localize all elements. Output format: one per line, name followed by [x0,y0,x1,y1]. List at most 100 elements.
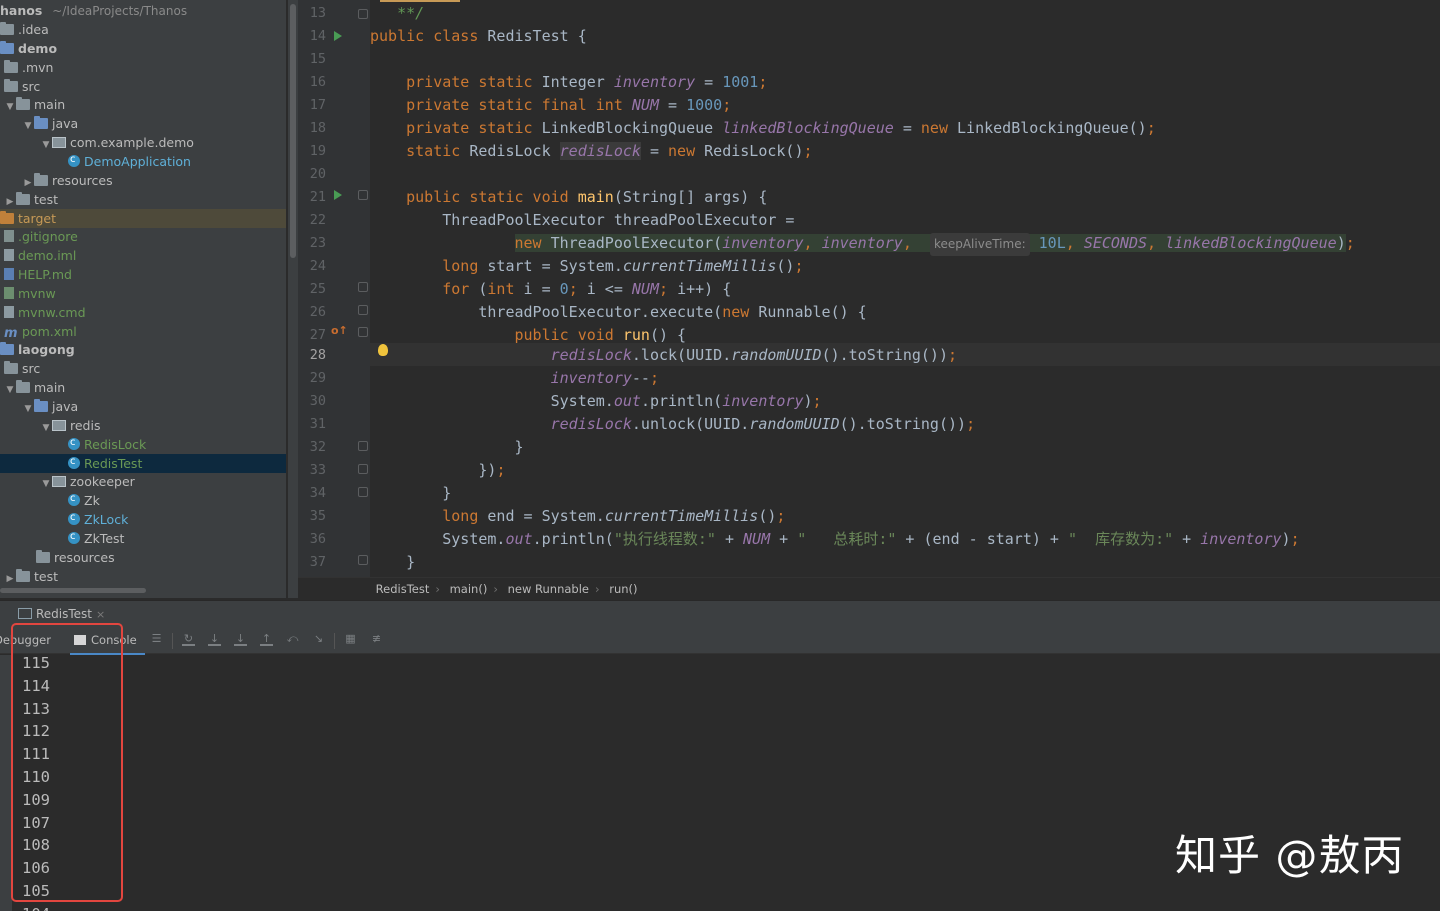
tree-item[interactable]: demo.iml [0,246,286,265]
tree-item[interactable]: ▼ java [0,397,286,416]
tree-item[interactable]: ▼ com.example.demo [0,133,286,152]
breadcrumb-item[interactable]: run() [609,578,637,601]
tree-item[interactable]: mvnw [0,284,286,303]
code-line-37[interactable]: } [370,551,415,574]
tree-item[interactable]: RedisLock [0,433,286,454]
tree-item[interactable]: ▶ resources [0,171,286,190]
evaluate-expression-icon[interactable]: ▦ [344,633,357,646]
tree-item[interactable]: m pom.xml [0,322,286,341]
line-number[interactable]: 32 [298,436,326,459]
tree-item[interactable]: HELP.md [0,265,286,284]
tree-item[interactable]: RedisTest [0,452,286,473]
fold-icon[interactable] [358,555,368,565]
fold-icon[interactable] [358,464,368,474]
code-line-19[interactable]: static RedisLock redisLock = new RedisLo… [370,140,813,163]
project-horizontal-scrollbar[interactable] [0,588,146,593]
layout-icon[interactable]: ☰ [150,633,163,646]
code-line-32[interactable]: } [370,436,523,459]
line-number[interactable]: 14 [298,25,326,48]
fold-icon[interactable] [358,441,368,451]
code-line-34[interactable]: } [370,482,451,505]
code-line-22[interactable]: ThreadPoolExecutor threadPoolExecutor = [370,209,794,232]
line-number[interactable]: 36 [298,528,326,551]
code-line-21[interactable]: public static void main(String[] args) { [370,186,767,209]
drop-frame-icon[interactable]: ⤺ [286,633,299,646]
line-number[interactable]: 21 [298,186,326,209]
code-line-25[interactable]: for (int i = 0; i <= NUM; i++) { [370,278,731,301]
tree-item[interactable]: .gitignore [0,227,286,246]
code-line-24[interactable]: long start = System.currentTimeMillis(); [370,255,803,278]
line-number[interactable]: 18 [298,117,326,140]
code-line-26[interactable]: threadPoolExecutor.execute(new Runnable(… [370,301,866,324]
tree-item[interactable]: demo [0,39,286,58]
tree-item[interactable]: resources [0,548,286,567]
code-line-31[interactable]: redisLock.unlock(UUID.randomUUID().toStr… [370,413,975,436]
collapse-arrow-icon[interactable]: ▶ [4,570,16,589]
line-number[interactable]: 30 [298,390,326,413]
fold-icon[interactable] [358,282,368,292]
line-number[interactable]: 34 [298,482,326,505]
line-number[interactable]: 15 [298,48,326,71]
tree-item[interactable]: mvnw.cmd [0,303,286,322]
tree-item[interactable]: ▼ main [0,95,286,114]
code-line-18[interactable]: private static LinkedBlockingQueue linke… [370,117,1156,140]
tree-item[interactable]: src [0,359,286,378]
tree-item[interactable]: ZkTest [0,527,286,548]
tree-item[interactable]: ▶ test [0,567,286,586]
code-line-28[interactable]: redisLock.lock(UUID.randomUUID().toStrin… [370,344,957,367]
line-number[interactable]: 17 [298,94,326,117]
code-line-33[interactable]: }); [370,459,505,482]
breadcrumb-item[interactable]: RedisTest [376,578,430,601]
fold-icon[interactable] [358,190,368,200]
step-over-icon[interactable]: ↓ [208,633,221,646]
project-scrollbar-thumb[interactable] [290,4,296,258]
close-icon[interactable]: × [96,608,105,621]
tree-item[interactable]: Zk [0,489,286,510]
fold-icon[interactable] [358,305,368,315]
tree-item[interactable]: ▼ redis [0,416,286,435]
trace-icon[interactable]: ≢ [370,633,383,646]
line-number[interactable]: 24 [298,255,326,278]
tree-item[interactable]: ZkLock [0,508,286,529]
line-number[interactable]: 26 [298,301,326,324]
tree-item[interactable]: ▼ java [0,114,286,133]
run-to-cursor-icon[interactable]: ↘ [312,633,325,646]
run-main-icon[interactable] [334,190,342,200]
line-number[interactable]: 23 [298,232,326,255]
line-number[interactable]: 13 [298,2,326,25]
code-line-17[interactable]: private static final int NUM = 1000; [370,94,731,117]
line-number[interactable]: 35 [298,505,326,528]
line-number[interactable]: 20 [298,163,326,186]
line-number[interactable]: 16 [298,71,326,94]
tree-item[interactable]: .idea [0,20,286,39]
code-line-20[interactable] [370,163,379,186]
breadcrumb-item[interactable]: main() [450,578,488,601]
tree-item[interactable]: ▶ test [0,190,286,209]
line-number[interactable]: 33 [298,459,326,482]
line-number[interactable]: 37 [298,551,326,574]
show-execution-point-icon[interactable]: ↻ [182,633,195,646]
breadcrumb-item[interactable]: new Runnable [508,578,589,601]
tree-item[interactable]: laogong [0,340,286,359]
code-line-16[interactable]: private static Integer inventory = 1001; [370,71,767,94]
run-tab[interactable]: RedisTest × [18,605,105,624]
tree-item[interactable]: .mvn [0,58,286,77]
line-number[interactable]: 29 [298,367,326,390]
line-number[interactable]: 28 [298,344,326,367]
project-scrollbar[interactable] [288,0,298,598]
tree-item[interactable]: DemoApplication [0,150,286,171]
fold-icon[interactable] [358,487,368,497]
fold-icon[interactable] [358,9,368,19]
code-line-23[interactable]: new ThreadPoolExecutor(inventory, invent… [370,232,1355,256]
project-root-row[interactable]: hanos ~/IdeaProjects/Thanos [0,1,286,20]
tree-item[interactable]: src [0,77,286,96]
line-number[interactable]: 22 [298,209,326,232]
run-class-icon[interactable] [334,31,342,41]
code-line-14[interactable]: public class RedisTest { [370,25,587,48]
code-line-15[interactable] [370,48,379,71]
tree-item[interactable]: target [0,208,286,228]
code-line-30[interactable]: System.out.println(inventory); [370,390,822,413]
tree-item[interactable]: ▼ main [0,378,286,397]
line-number[interactable]: 25 [298,278,326,301]
line-number[interactable]: 31 [298,413,326,436]
